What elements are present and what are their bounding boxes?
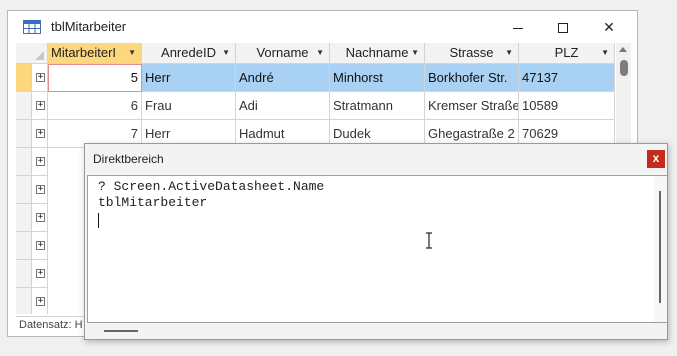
subdatasheet-expander[interactable]: +: [32, 176, 48, 204]
select-all-corner[interactable]: [16, 43, 48, 64]
dropdown-arrow-icon[interactable]: ▼: [411, 43, 419, 63]
cell-nachname[interactable]: Stratmann: [330, 92, 425, 120]
maximize-icon: [558, 23, 568, 34]
cell-strasse[interactable]: Borkhofer Str.: [425, 64, 519, 92]
dropdown-arrow-icon[interactable]: ▼: [316, 43, 324, 63]
ibeam-cursor-icon: [426, 232, 432, 249]
cell-anredeid[interactable]: Herr: [142, 64, 236, 92]
immediate-horizontal-scrollbar[interactable]: [87, 324, 649, 338]
maximize-button[interactable]: [540, 11, 586, 43]
cell-nachname[interactable]: Minhorst: [330, 64, 425, 92]
expand-plus-icon: +: [36, 240, 45, 250]
column-header-label: Nachname: [345, 45, 409, 60]
row-selector[interactable]: [16, 232, 32, 260]
cell-plz[interactable]: 10589: [519, 92, 615, 120]
table-icon: [23, 20, 41, 34]
scrollbar-thumb[interactable]: [104, 330, 138, 332]
row-selector[interactable]: [16, 120, 32, 148]
scrollbar-thumb[interactable]: [659, 191, 661, 303]
cell-strasse[interactable]: Kremser Straße: [425, 92, 519, 120]
expand-plus-icon: +: [36, 268, 45, 278]
subdatasheet-expander[interactable]: +: [32, 64, 48, 92]
text-caret: [98, 213, 99, 228]
subdatasheet-expander[interactable]: +: [32, 92, 48, 120]
close-icon: ✕: [603, 19, 615, 35]
subdatasheet-expander[interactable]: +: [32, 148, 48, 176]
minimize-icon: [513, 27, 523, 29]
subdatasheet-expander[interactable]: +: [32, 120, 48, 148]
scroll-up-arrow-icon[interactable]: [619, 47, 627, 52]
immediate-close-button[interactable]: x: [647, 150, 665, 168]
expand-plus-icon: +: [36, 156, 45, 166]
immediate-vertical-scrollbar[interactable]: [654, 176, 667, 322]
dropdown-arrow-icon[interactable]: ▼: [601, 43, 609, 63]
expand-plus-icon: +: [36, 296, 45, 306]
column-header-label: Vorname: [256, 45, 309, 60]
immediate-window: Direktbereich x ? Screen.ActiveDatasheet…: [84, 143, 668, 340]
cell-mitarbeiterid[interactable]: 6: [48, 92, 142, 120]
column-header-label: PLZ: [554, 45, 579, 60]
column-header-plz[interactable]: PLZ ▼: [519, 43, 615, 64]
column-header-label: MitarbeiterI: [51, 45, 117, 60]
scrollbar-thumb[interactable]: [620, 60, 628, 76]
column-header-label: AnredeID: [161, 45, 216, 60]
close-button[interactable]: ✕: [586, 11, 632, 43]
column-header-label: Strasse: [449, 45, 494, 60]
column-header-mitarbeiterid[interactable]: MitarbeiterI ▼: [48, 43, 142, 64]
column-header-row: MitarbeiterI ▼ AnredeID ▼ Vorname ▼ Nach…: [16, 43, 615, 64]
dropdown-arrow-icon[interactable]: ▼: [505, 43, 513, 63]
subdatasheet-expander[interactable]: +: [32, 288, 48, 314]
minimize-button[interactable]: [495, 11, 541, 43]
datasheet-title: tblMitarbeiter: [51, 19, 127, 34]
row-selector[interactable]: [16, 64, 32, 92]
row-selector[interactable]: [16, 148, 32, 176]
cell-vorname[interactable]: André: [236, 64, 330, 92]
corner-triangle-icon: [35, 51, 44, 60]
cell-vorname[interactable]: Adi: [236, 92, 330, 120]
subdatasheet-expander[interactable]: +: [32, 204, 48, 232]
datasheet-titlebar[interactable]: tblMitarbeiter ✕: [8, 11, 637, 43]
column-header-anredeid[interactable]: AnredeID ▼: [142, 43, 236, 64]
row-selector[interactable]: [16, 288, 32, 314]
cell-plz[interactable]: 47137: [519, 64, 615, 92]
code-line: tblMitarbeiter: [98, 195, 208, 210]
immediate-code-editor[interactable]: ? Screen.ActiveDatasheet.Name tblMitarbe…: [87, 175, 667, 323]
column-header-vorname[interactable]: Vorname ▼: [236, 43, 330, 64]
dropdown-arrow-icon[interactable]: ▼: [222, 43, 230, 63]
cell-mitarbeiterid[interactable]: 5: [48, 64, 142, 92]
immediate-window-title: Direktbereich: [93, 152, 164, 166]
row-selector[interactable]: [16, 260, 32, 288]
expand-plus-icon: +: [36, 128, 45, 138]
column-header-nachname[interactable]: Nachname ▼: [330, 43, 425, 64]
record-label: Datensatz: H: [19, 319, 83, 331]
code-line: ? Screen.ActiveDatasheet.Name: [98, 179, 325, 194]
expand-plus-icon: +: [36, 72, 45, 82]
expand-plus-icon: +: [36, 100, 45, 110]
subdatasheet-expander[interactable]: +: [32, 232, 48, 260]
row-selector[interactable]: [16, 176, 32, 204]
row-selector[interactable]: [16, 204, 32, 232]
expand-plus-icon: +: [36, 184, 45, 194]
subdatasheet-expander[interactable]: +: [32, 260, 48, 288]
column-header-strasse[interactable]: Strasse ▼: [425, 43, 519, 64]
cell-anredeid[interactable]: Frau: [142, 92, 236, 120]
dropdown-arrow-icon[interactable]: ▼: [128, 43, 136, 63]
expand-plus-icon: +: [36, 212, 45, 222]
row-selector[interactable]: [16, 92, 32, 120]
